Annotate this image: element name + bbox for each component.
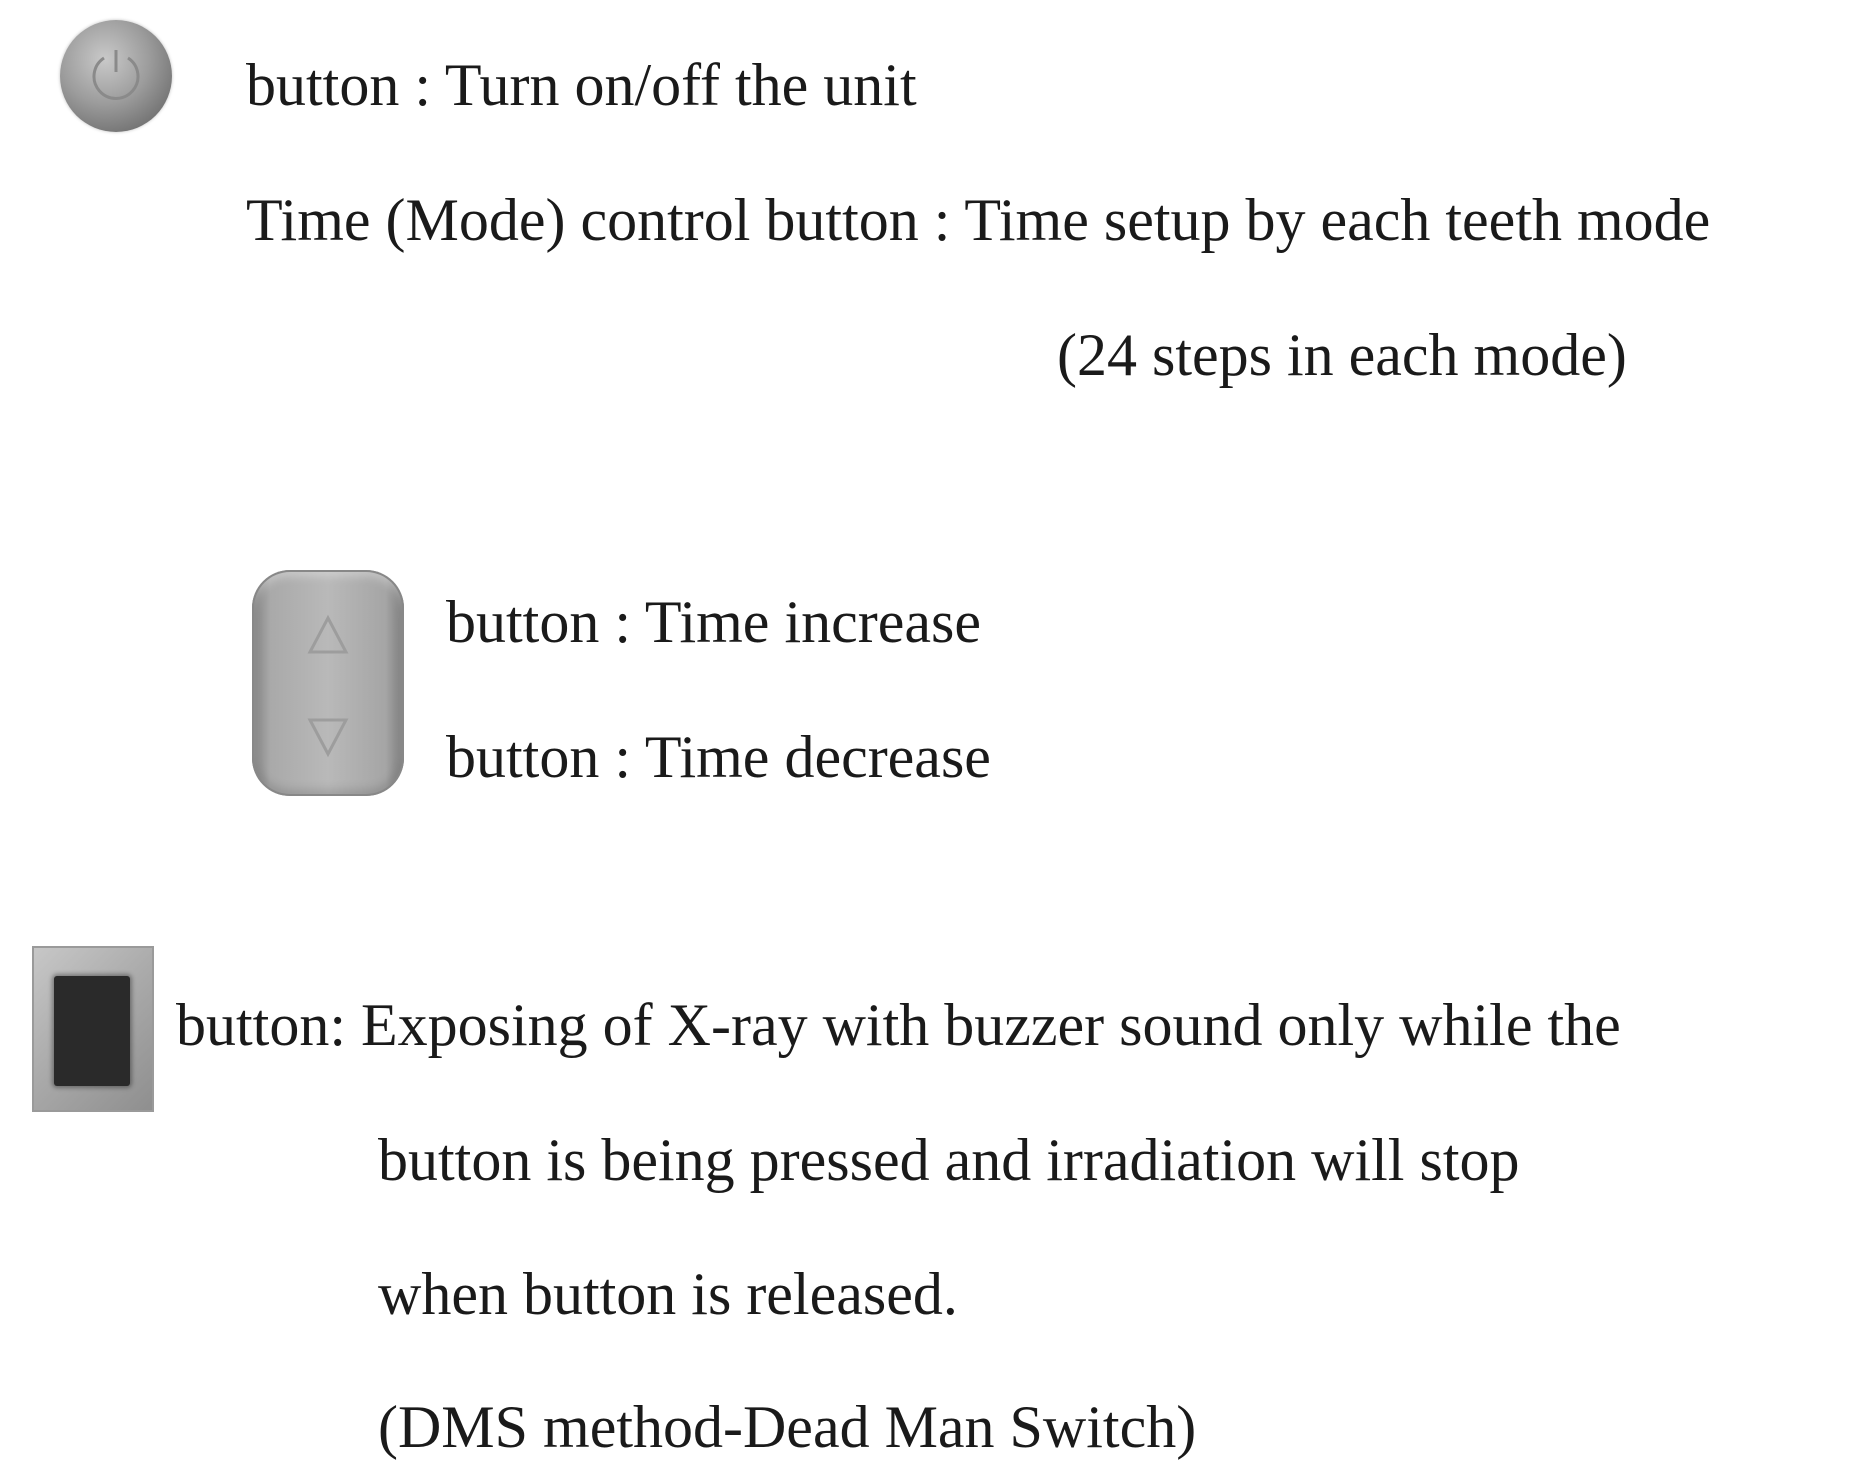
power-button-icon	[60, 20, 172, 132]
exposure-description-line4: (DMS method-Dead Man Switch)	[378, 1394, 1197, 1460]
exposure-description-line1: button: Exposing of X-ray with buzzer so…	[176, 992, 1621, 1058]
up-down-button-icon	[252, 570, 404, 796]
mode-steps-note: (24 steps in each mode)	[1057, 322, 1627, 388]
xray-exposure-button-icon	[32, 946, 154, 1112]
time-decrease-description: button : Time decrease	[446, 724, 991, 790]
time-increase-description: button : Time increase	[446, 589, 981, 655]
mode-button-description: Time (Mode) control button : Time setup …	[246, 187, 1711, 253]
exposure-description-line3: when button is released.	[378, 1261, 958, 1327]
xray-button-face	[54, 976, 130, 1086]
power-button-description: button : Turn on/off the unit	[246, 52, 917, 118]
exposure-description-line2: button is being pressed and irradiation …	[378, 1127, 1520, 1193]
